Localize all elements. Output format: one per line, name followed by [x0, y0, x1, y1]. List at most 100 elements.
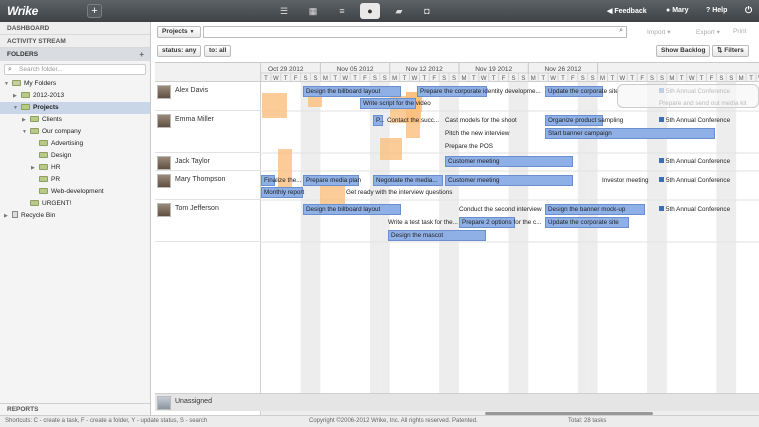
task-bar[interactable]: P... [373, 115, 385, 126]
task-bar[interactable]: Finalize the... [261, 175, 301, 186]
task-bar[interactable]: Negotiate the media... [373, 175, 443, 186]
week-label: Oct 29 2012 [268, 66, 304, 73]
feedback-link[interactable]: ◀ Feedback [607, 7, 647, 15]
task-bar[interactable]: Start banner campaign [545, 128, 715, 139]
activity-stream-link[interactable]: ACTIVITY STREAM [0, 35, 150, 48]
triangle-right-icon[interactable]: ▶ [4, 210, 12, 222]
folder-search-input[interactable]: ⌕ Search folder... [4, 64, 146, 75]
weekend-shade [716, 82, 727, 395]
folder-item[interactable]: ▶ Recycle Bin [0, 210, 150, 222]
assignee-filter[interactable]: to: all [204, 45, 232, 57]
people-view-icon[interactable]: ● [360, 3, 380, 19]
export-menu[interactable]: Export ▾ [696, 28, 720, 36]
task-bar[interactable]: Prepare 2 options for the c... [459, 217, 541, 228]
folder-item[interactable]: ▼ Projects [0, 102, 150, 114]
task-bar[interactable]: Update the corporate site [545, 86, 619, 97]
status-filter[interactable]: status: any [157, 45, 202, 57]
import-menu[interactable]: Import ▾ [647, 28, 671, 36]
new-item-button[interactable]: + [87, 4, 102, 18]
power-icon[interactable]: ⏻ [745, 5, 752, 16]
task-bar[interactable]: Monthly report [261, 187, 304, 198]
folder-item[interactable]: ▶ 2012-2013 [0, 90, 150, 102]
table-view-icon[interactable]: ▦ [303, 3, 323, 19]
gantt-view-icon[interactable]: ≡ [332, 3, 352, 19]
top-bar: Wrike + ☰ ▦ ≡ ● ▰ ◘ ◀ Feedback ● Mary ? … [0, 0, 759, 22]
task-bar[interactable]: Design the billboard layout [303, 204, 401, 215]
user-menu[interactable]: ● Mary [666, 7, 689, 14]
folder-icon [30, 116, 39, 122]
person-row[interactable]: Tom Jefferson [155, 200, 261, 242]
flag-icon [659, 117, 664, 122]
footer: Shortcuts: C - create a task, F - create… [0, 415, 759, 427]
person-row[interactable]: Jack Taylor [155, 153, 261, 171]
weekend-shade [369, 82, 380, 395]
triangle-down-icon[interactable]: ▼ [22, 126, 30, 138]
reports-link[interactable]: REPORTS [0, 403, 150, 415]
task-bar[interactable]: Design the mascot [388, 230, 486, 241]
folder-item[interactable]: PR [0, 174, 150, 186]
folder-item[interactable]: ▼ Our company [0, 126, 150, 138]
task-label[interactable]: Conduct the second interview [459, 204, 542, 215]
task-label[interactable]: Investor meeting [602, 175, 649, 186]
folder-item[interactable]: URGENT! [0, 198, 150, 210]
people-header [155, 63, 260, 82]
task-label[interactable]: Write a test task for the... [388, 217, 458, 228]
folder-item[interactable]: ▼ My Folders [0, 78, 150, 90]
show-backlog-button[interactable]: Show Backlog [656, 45, 711, 57]
week-label: Nov 26 2012 [545, 66, 582, 73]
overload-highlight [278, 149, 292, 191]
wrike-logo[interactable]: Wrike [7, 4, 38, 18]
task-bar[interactable]: Organize product sampling [545, 115, 623, 126]
total-tasks-text: Total: 28 tasks [568, 418, 607, 424]
task-bar[interactable]: Design the banner mock-up [545, 204, 645, 215]
task-label[interactable]: Get ready with the interview questions [346, 187, 452, 198]
folder-item[interactable]: ▶ Clients [0, 114, 150, 126]
search-icon: ⌕ [619, 27, 623, 34]
folder-item[interactable]: Design [0, 150, 150, 162]
people-column: Alex Davis Emma Miller Jack Taylor Mary Tho… [155, 63, 261, 416]
task-bar[interactable]: Write script for the video [360, 98, 431, 109]
main-search-input[interactable]: ⌕ [203, 26, 627, 38]
folder-item[interactable]: ▶ HR [0, 162, 150, 174]
projects-dropdown[interactable]: Projects ▼ [157, 26, 201, 38]
task-bar[interactable]: Prepare the corporate identity developme… [417, 86, 541, 97]
person-row[interactable]: Alex Davis [155, 82, 261, 111]
task-label[interactable]: Cast models for the shoot [445, 115, 517, 126]
person-row[interactable]: Mary Thompson [155, 171, 261, 200]
person-name: Jack Taylor [175, 158, 210, 165]
avatar [157, 156, 171, 170]
task-label[interactable]: Pitch the new interview [445, 128, 509, 139]
help-link[interactable]: ? Help [706, 7, 727, 14]
triangle-down-icon[interactable]: ▼ [13, 102, 21, 114]
task-label[interactable]: Contact the succ... [387, 115, 439, 126]
add-folder-button[interactable]: + [139, 48, 144, 61]
task-label[interactable]: Prepare the POS [445, 141, 493, 152]
folder-label: 2012-2013 [33, 92, 65, 99]
task-bar[interactable]: Design the billboard layout [303, 86, 401, 97]
milestone[interactable]: 5th Annual Conference [659, 115, 730, 126]
print-button[interactable]: Print [733, 28, 746, 35]
dashboard-link[interactable]: DASHBOARD [0, 22, 150, 35]
milestone[interactable]: 5th Annual Conference [659, 156, 730, 167]
triangle-right-icon[interactable]: ▶ [22, 114, 30, 126]
person-row[interactable]: Emma Miller [155, 111, 261, 153]
folder-item[interactable]: Advertising [0, 138, 150, 150]
unassigned-row[interactable]: Unassigned [155, 393, 759, 411]
task-bar[interactable]: Update the corporate site [545, 217, 629, 228]
triangle-down-icon[interactable]: ▼ [4, 78, 12, 90]
folder-icon [30, 200, 39, 206]
milestone[interactable]: 5th Annual Conference [659, 175, 730, 186]
files-view-icon[interactable]: ▰ [389, 3, 409, 19]
triangle-right-icon[interactable]: ▶ [31, 162, 39, 174]
triangle-right-icon[interactable]: ▶ [13, 90, 21, 102]
filters-button[interactable]: ⇅ Filters [712, 45, 749, 57]
list-view-icon[interactable]: ☰ [274, 3, 294, 19]
folders-header: FOLDERS + [0, 48, 150, 61]
task-bar[interactable]: Prepare media plan [303, 175, 361, 186]
zoom-slider-popup[interactable] [617, 84, 759, 108]
task-bar[interactable]: Customer meeting [445, 175, 573, 186]
folder-item[interactable]: Web-development [0, 186, 150, 198]
stream-view-icon[interactable]: ◘ [417, 3, 437, 19]
milestone[interactable]: 5th Annual Conference [659, 204, 730, 215]
task-bar[interactable]: Customer meeting [445, 156, 573, 167]
